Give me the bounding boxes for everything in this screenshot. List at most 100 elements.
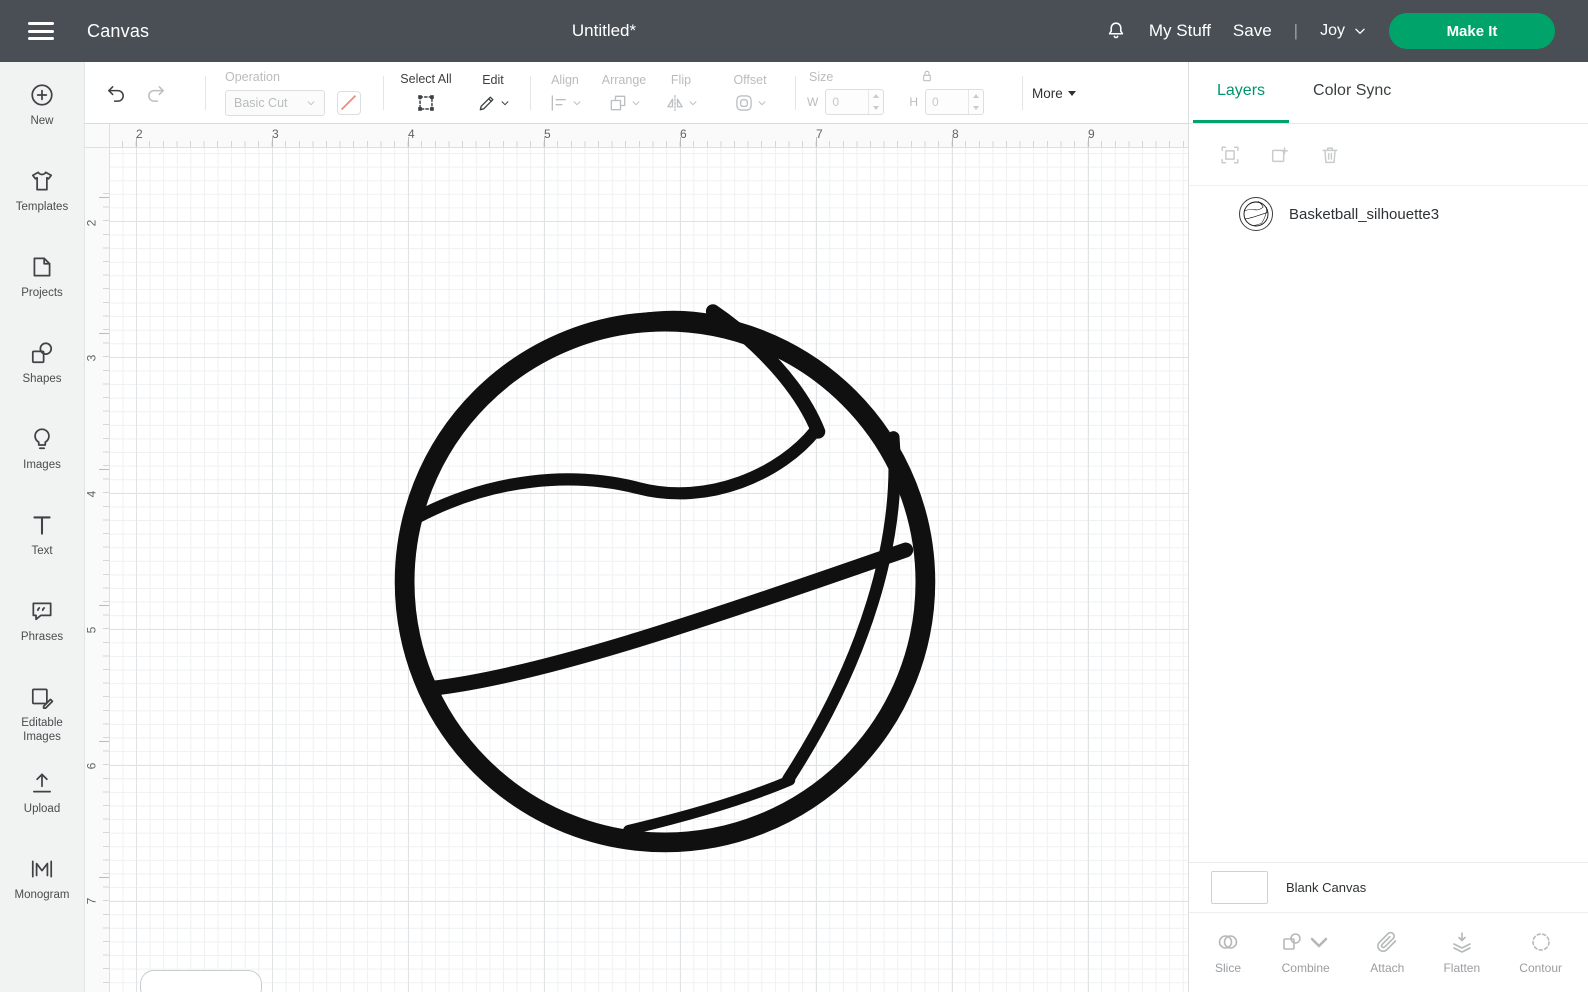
contour-label: Contour [1519, 961, 1562, 975]
sidebar-item-editable-images[interactable]: Editable Images [0, 684, 85, 746]
height-label: H [909, 95, 918, 109]
lock-icon[interactable] [919, 68, 935, 84]
topbar-divider: | [1293, 21, 1299, 40]
select-all-group[interactable]: Select All [395, 62, 457, 124]
stepper-down-icon[interactable] [869, 102, 883, 114]
delete-icon[interactable] [1319, 144, 1341, 166]
combine-button[interactable]: Combine [1280, 930, 1331, 975]
tab-color-sync[interactable]: Color Sync [1289, 62, 1415, 123]
sidebar-item-text[interactable]: Text [0, 512, 85, 574]
blank-canvas-swatch[interactable] [1211, 871, 1268, 904]
redo-icon [148, 85, 164, 102]
tab-layers[interactable]: Layers [1193, 62, 1290, 123]
sidebar-item-label: Phrases [20, 631, 64, 643]
basketball-image[interactable] [383, 298, 947, 866]
editable-images-icon [31, 688, 54, 710]
sidebar-item-projects[interactable]: Projects [0, 254, 85, 316]
offset-group[interactable]: Offset [721, 62, 779, 124]
sidebar-item-label: Upload [23, 803, 61, 815]
height-stepper[interactable] [968, 90, 983, 114]
sidebar-item-label: New [30, 115, 54, 127]
new-icon [31, 84, 53, 106]
flip-group[interactable]: Flip [657, 62, 705, 124]
sidebar-item-templates[interactable]: Templates [0, 168, 85, 230]
width-input[interactable] [826, 90, 869, 114]
sidebar-item-images[interactable]: Images [0, 426, 85, 488]
ruler-number: 8 [952, 127, 959, 141]
contour-icon [1531, 933, 1550, 951]
layer-thumbnail [1239, 197, 1273, 231]
duplicate-icon[interactable] [1269, 144, 1291, 166]
height-input-wrap [925, 89, 984, 115]
layers-panel: Layers Color Sync Basketball_silhouette3… [1188, 62, 1588, 992]
combine-icon [1283, 933, 1301, 950]
sidebar-item-monogram[interactable]: Monogram [0, 856, 85, 918]
stepper-up-icon[interactable] [969, 90, 983, 102]
workspace: 2 3 4 5 6 7 8 9 2 3 4 5 6 7 [84, 124, 1188, 992]
sidebar-item-label: Monogram [14, 889, 70, 901]
attach-button[interactable]: Attach [1370, 930, 1404, 975]
undo-button[interactable] [105, 82, 128, 105]
width-stepper[interactable] [868, 90, 883, 114]
sidebar-item-label: Templates [15, 201, 69, 213]
sidebar-item-label: Images [23, 459, 61, 471]
slice-button[interactable]: Slice [1215, 930, 1241, 975]
chevron-down-icon [1310, 937, 1328, 948]
ruler-number: 5 [84, 626, 99, 634]
upload-icon [33, 773, 51, 793]
arrange-group[interactable]: Arrange [593, 62, 655, 124]
chevron-down-icon [1355, 28, 1365, 34]
edit-group[interactable]: Edit [467, 62, 519, 124]
redo-button[interactable] [144, 82, 167, 105]
user-name: Joy [1320, 22, 1345, 39]
operation-select[interactable]: Basic Cut [225, 90, 325, 116]
ruler-number: 2 [136, 127, 143, 141]
undo-icon [108, 85, 124, 102]
make-it-button[interactable]: Make It [1389, 13, 1555, 49]
user-menu[interactable]: Joy [1320, 22, 1367, 40]
align-label: Align [551, 73, 579, 87]
select-all-icon [418, 95, 434, 111]
more-group[interactable]: More [1032, 62, 1076, 124]
more-button[interactable]: More [1032, 86, 1076, 101]
undo-redo-group [105, 62, 167, 124]
stepper-up-icon[interactable] [869, 90, 883, 102]
panel-tabs: Layers Color Sync [1189, 62, 1588, 124]
chevron-down-icon [501, 101, 508, 106]
project-title[interactable]: Untitled* [572, 21, 636, 41]
layer-actions-row [1189, 124, 1588, 186]
group-icon[interactable] [1219, 144, 1241, 166]
flatten-button[interactable]: Flatten [1443, 930, 1480, 975]
operation-label: Operation [225, 70, 280, 84]
edit-label: Edit [482, 73, 504, 87]
sidebar-item-upload[interactable]: Upload [0, 770, 85, 832]
my-stuff-link[interactable]: My Stuff [1149, 21, 1211, 41]
size-group: Size W H [807, 62, 1022, 124]
align-icon [551, 95, 566, 111]
sidebar-item-phrases[interactable]: Phrases [0, 598, 85, 660]
width-input-wrap [825, 89, 885, 115]
sidebar-item-label: Projects [21, 287, 63, 299]
notifications-bell-icon[interactable] [1105, 19, 1127, 43]
zoom-control-partial[interactable] [140, 970, 262, 992]
ruler-number: 2 [84, 219, 99, 227]
layer-row-basketball[interactable]: Basketball_silhouette3 [1189, 186, 1588, 242]
menu-icon[interactable] [28, 22, 54, 40]
design-canvas[interactable] [110, 148, 1188, 992]
align-group[interactable]: Align [537, 62, 593, 124]
color-swatch-empty[interactable] [337, 91, 361, 115]
sidebar-item-shapes[interactable]: Shapes [0, 340, 85, 402]
attach-label: Attach [1370, 961, 1405, 975]
size-label: Size [809, 70, 834, 84]
ruler-number: 3 [84, 354, 99, 362]
stepper-down-icon[interactable] [969, 102, 983, 114]
blank-canvas-row[interactable]: Blank Canvas [1189, 862, 1588, 912]
canvas-nav-label[interactable]: Canvas [87, 21, 149, 42]
panel-bottom-actions: Slice Combine Attach Flatten Contour [1189, 912, 1588, 992]
edit-pencil-icon [479, 96, 493, 111]
save-link[interactable]: Save [1233, 21, 1272, 41]
sidebar-item-new[interactable]: New [0, 82, 85, 144]
contour-button[interactable]: Contour [1519, 930, 1562, 975]
height-input[interactable] [926, 90, 968, 114]
templates-icon [31, 171, 53, 191]
